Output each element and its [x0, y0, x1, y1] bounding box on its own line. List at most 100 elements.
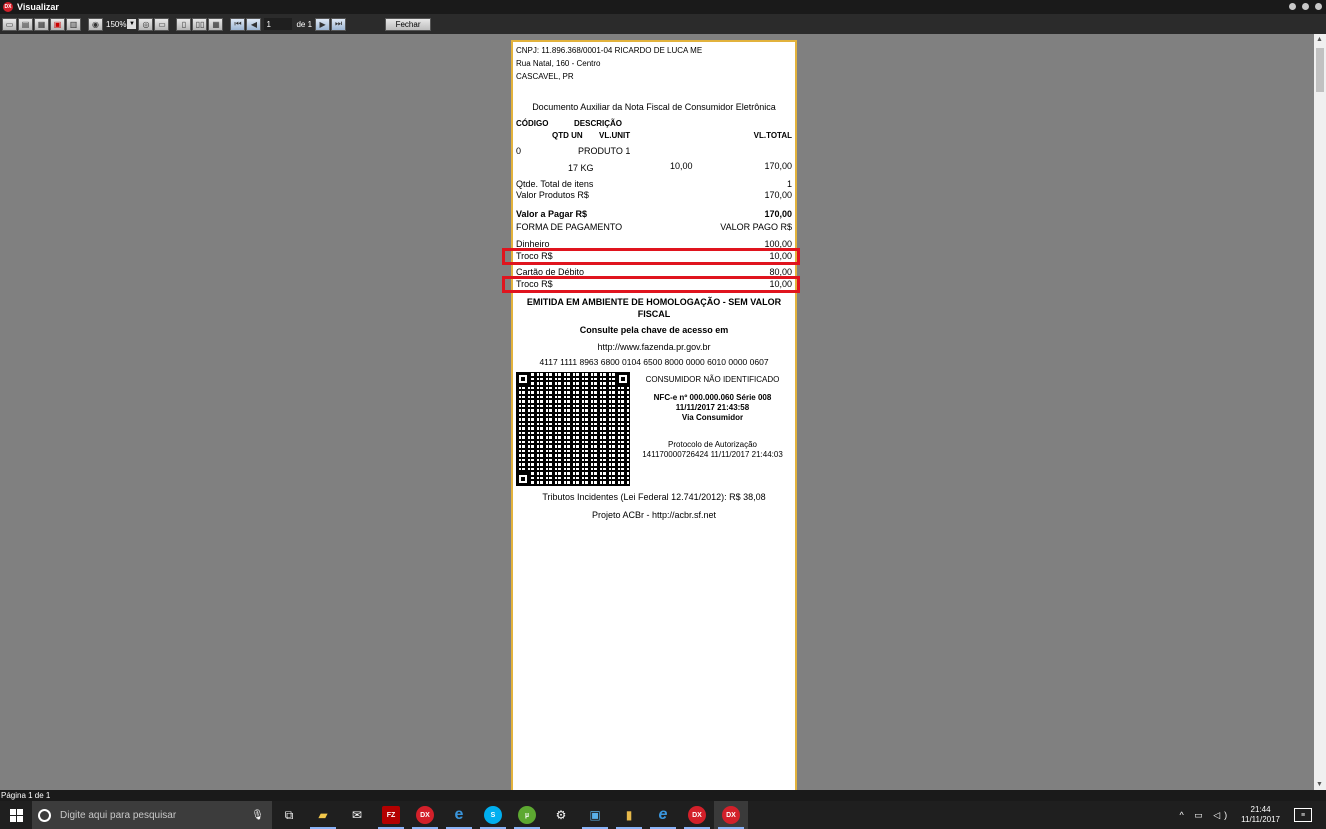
page-width-button[interactable]: ▭	[154, 17, 170, 31]
col-vl-total: VL.TOTAL	[753, 131, 792, 140]
remote-desktop-button[interactable]: ▣	[578, 801, 612, 829]
windows-icon	[9, 808, 23, 822]
scroll-up-icon[interactable]: ▲	[1316, 36, 1323, 43]
qr-code-icon	[516, 372, 630, 486]
edge-button[interactable]: e	[442, 801, 476, 829]
via-consumidor: Via Consumidor	[681, 413, 744, 422]
first-page-icon: ⏮	[234, 19, 242, 28]
remote-desktop-icon: ▣	[589, 808, 601, 822]
clock[interactable]: 21:44 11/11/2017	[1241, 805, 1280, 825]
dx-icon: DX	[688, 806, 706, 824]
item-code: 0	[516, 146, 522, 156]
pdf-icon: ▣	[53, 19, 62, 29]
item-qty: 17 KG	[568, 163, 594, 173]
window-title: Visualizar	[17, 2, 59, 12]
find-button[interactable]: ◎	[138, 17, 154, 31]
last-page-button[interactable]: ⏭	[331, 17, 347, 31]
forma-pagamento-label: FORMA DE PAGAMENTO	[516, 222, 623, 232]
consumidor-label: CONSUMIDOR NÃO IDENTIFICADO	[645, 375, 780, 384]
dx-app-button-3[interactable]: DX	[714, 801, 748, 829]
settings-button[interactable]: ⚙	[544, 801, 578, 829]
archive-button[interactable]: ▮	[612, 801, 646, 829]
last-page-icon: ⏭	[334, 19, 343, 28]
city-line: CASCAVEL, PR	[516, 72, 574, 81]
col-vl-unit: VL.UNIT	[599, 131, 631, 140]
first-page-button[interactable]: ⏮	[230, 17, 246, 31]
nfce-number: NFC-e nº 000.000.060 Série 008	[653, 393, 772, 402]
export-pdf-button[interactable]: ▣	[50, 17, 65, 31]
qtd-total-label: Qtde. Total de itens	[516, 179, 594, 189]
page-status: Página 1 de 1	[1, 791, 51, 800]
scroll-down-icon[interactable]: ▼	[1316, 781, 1323, 788]
chevron-up-icon[interactable]: ^	[1179, 810, 1187, 820]
toolbar: ▭ ▤ ▦ ▣ ▥ ◉ 150% ▼ ◎ ▭ ▯ ▯▯ ▦ ⏮ ◀ de 1 ▶…	[0, 14, 1326, 34]
prev-page-button[interactable]: ◀	[246, 17, 262, 31]
maximize-button[interactable]	[1302, 3, 1309, 10]
projeto-line: Projeto ACBr - http://acbr.sf.net	[591, 510, 717, 520]
file-explorer-button[interactable]: ▰	[306, 801, 340, 829]
next-page-button[interactable]: ▶	[315, 17, 331, 31]
magnifier-icon: ◉	[92, 19, 99, 29]
scroll-thumb[interactable]	[1316, 48, 1324, 92]
filezilla-button[interactable]: FZ	[374, 801, 408, 829]
gear-icon: ▥	[69, 19, 78, 29]
ie-button[interactable]: e	[646, 801, 680, 829]
mail-button[interactable]: ✉	[340, 801, 374, 829]
open-file-button[interactable]: ▭	[2, 17, 17, 31]
item-row: 0 PRODUTO 1	[516, 146, 792, 156]
clock-date: 11/11/2017	[1241, 815, 1280, 824]
cortana-icon	[38, 808, 51, 822]
edge-icon: e	[454, 806, 464, 823]
save-button[interactable]: ▤	[18, 17, 33, 31]
single-page-button[interactable]: ▯	[176, 17, 192, 31]
search-icon: ◎	[142, 19, 150, 29]
volume-icon[interactable]: ◁)	[1213, 810, 1231, 820]
dx-icon: DX	[722, 806, 740, 824]
col-code: CÓDIGO	[516, 119, 549, 128]
task-view-icon: ⧉	[284, 807, 294, 822]
taskbar-search[interactable]: Digite aqui para pesquisar 🎙	[32, 801, 272, 829]
task-view-button[interactable]: ⧉	[272, 801, 306, 829]
two-pages-button[interactable]: ▯▯	[192, 17, 208, 31]
fechar-button[interactable]: Fechar	[385, 17, 432, 31]
skype-icon: S	[484, 806, 502, 824]
qtd-total-value: 1	[786, 179, 792, 189]
zoom-select[interactable]: 150% ▼	[106, 18, 137, 31]
gear-icon: ⚙	[555, 808, 567, 822]
dx-app-button-1[interactable]: DX	[408, 801, 442, 829]
next-page-icon: ▶	[319, 19, 326, 29]
clock-time: 21:44	[1250, 805, 1271, 814]
printer-icon: ▦	[37, 19, 46, 29]
network-icon[interactable]: ▭	[1194, 810, 1207, 820]
notification-center-icon[interactable]: ≡	[1294, 808, 1312, 822]
valor-pagar-value: 170,00	[764, 209, 792, 219]
start-button[interactable]	[0, 801, 32, 829]
vertical-scrollbar[interactable]: ▲ ▼	[1314, 34, 1326, 790]
multi-pages-button[interactable]: ▦	[208, 17, 224, 31]
single-page-icon: ▯	[181, 19, 187, 29]
chevron-down-icon: ▼	[127, 19, 137, 29]
page-count-label: de 1	[296, 19, 313, 29]
preview-area[interactable]: CNPJ: 11.896.368/0001-04 RICARDO DE LUCA…	[0, 34, 1314, 790]
minimize-button[interactable]	[1289, 3, 1296, 10]
page-number-input[interactable]	[264, 18, 293, 30]
chave-acesso: 4117 1111 8963 6800 0104 6500 8000 0000 …	[539, 357, 769, 367]
homologacao-line-2: FISCAL	[637, 309, 671, 319]
dx-app-button-2[interactable]: DX	[680, 801, 714, 829]
dx-icon: DX	[416, 806, 434, 824]
microphone-icon[interactable]: 🎙	[251, 810, 264, 821]
item-unit: 10,00	[670, 161, 693, 171]
close-window-button[interactable]	[1315, 3, 1322, 10]
highlight-box-troco-1	[502, 248, 800, 265]
utorrent-button[interactable]: µ	[510, 801, 544, 829]
multi-pages-icon: ▦	[212, 19, 220, 29]
internet-explorer-icon: e	[658, 806, 668, 823]
print-button[interactable]: ▦	[34, 17, 49, 31]
skype-button[interactable]: S	[476, 801, 510, 829]
settings-button[interactable]: ▥	[66, 17, 81, 31]
utorrent-icon: µ	[518, 806, 536, 824]
zoom-button[interactable]: ◉	[88, 17, 103, 31]
nfce-datetime: 11/11/2017 21:43:58	[675, 403, 750, 412]
consulte-line: Consulte pela chave de acesso em	[579, 325, 729, 335]
receipt-page: CNPJ: 11.896.368/0001-04 RICARDO DE LUCA…	[502, 40, 800, 790]
